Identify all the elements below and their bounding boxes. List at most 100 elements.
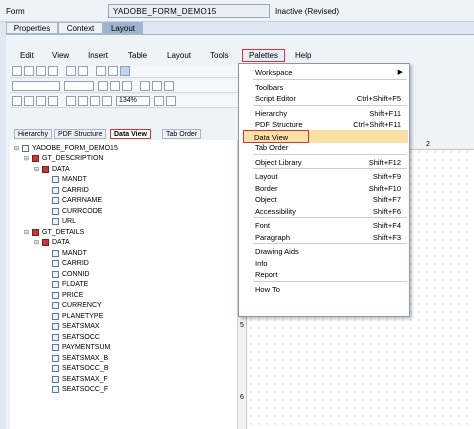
tree-table-node[interactable]: ⊟ DATA — [34, 164, 70, 174]
bold-icon[interactable] — [98, 81, 108, 91]
save-icon[interactable] — [36, 66, 46, 76]
tree-field-node[interactable]: SEATSMAX_F — [44, 374, 108, 384]
print-icon[interactable] — [48, 66, 58, 76]
menu-item-report[interactable]: Report — [239, 268, 409, 281]
menu-item-label: Info — [255, 258, 268, 268]
tree-field-node[interactable]: SEATSOCC_F — [44, 385, 108, 395]
paste-icon[interactable] — [108, 66, 118, 76]
cut-icon[interactable] — [66, 66, 76, 76]
tree-field-node[interactable]: SEATSMAX_B — [44, 353, 108, 363]
tab-context[interactable]: Context — [58, 22, 103, 34]
menu-item-accessibility[interactable]: Accessibility Shift+F6 — [239, 205, 409, 218]
menu-item-label: Accessibility — [255, 206, 296, 216]
tree-table-node[interactable]: ⊟ DATA — [34, 238, 70, 248]
expand-icon[interactable]: ⊟ — [34, 239, 40, 246]
panel-tab-hierarchy[interactable]: Hierarchy — [14, 129, 52, 139]
ruler-h-mark: 2 — [426, 141, 430, 148]
field-icon — [52, 260, 59, 267]
align-left-icon[interactable] — [140, 81, 150, 91]
tree-field-node[interactable]: CARRID — [44, 185, 89, 195]
tree-field-node[interactable]: PAYMENTSUM — [44, 343, 110, 353]
tree-node-label: CARRID — [62, 186, 89, 194]
field-icon — [52, 354, 59, 362]
menu-tools[interactable]: Tools — [210, 51, 229, 60]
tree-node-label: CONNID — [62, 270, 90, 278]
dropdown-icon[interactable] — [78, 96, 88, 106]
font-select[interactable] — [12, 81, 60, 91]
align-right-icon[interactable] — [164, 81, 174, 91]
menu-table[interactable]: Table — [128, 51, 147, 60]
tree-field-node[interactable]: CURRENCY — [44, 301, 102, 311]
tree-node-label: URL — [62, 218, 77, 225]
form-icon[interactable] — [66, 96, 76, 106]
menu-item-tab-order[interactable]: Tab Order — [239, 141, 409, 154]
expand-icon[interactable]: ⊟ — [24, 155, 30, 162]
menu-item-shortcut: Shift+F6 — [372, 206, 401, 216]
open-icon[interactable] — [24, 66, 34, 76]
menu-layout[interactable]: Layout — [167, 51, 191, 60]
tree-field-node[interactable]: CONNID — [44, 269, 90, 279]
tree-field-node[interactable]: CARRNAME — [44, 196, 102, 206]
toolbar-row-1 — [10, 65, 238, 78]
tab-layout[interactable]: Layout — [103, 22, 143, 34]
italic-icon[interactable] — [110, 81, 120, 91]
fit-page-icon[interactable] — [166, 96, 176, 106]
menu-item-label: Report — [255, 270, 278, 279]
align-center-icon[interactable] — [152, 81, 162, 91]
tree-field-node[interactable]: CARRID — [44, 259, 89, 269]
tree-field-node[interactable]: FLDATE — [44, 280, 88, 290]
zoom-out-icon[interactable] — [154, 96, 164, 106]
tree-field-node[interactable]: SEATSOCC — [44, 332, 100, 342]
tree-table-node[interactable]: ⊟ GT_DETAILS — [24, 227, 84, 237]
copy-icon[interactable] — [78, 66, 88, 76]
menu-help[interactable]: Help — [295, 51, 311, 60]
menu-item-label: Script Editor — [255, 94, 296, 103]
panel-tab-data-view[interactable]: Data View — [110, 129, 151, 139]
field-icon — [52, 302, 59, 309]
tree-field-node[interactable]: SEATSOCC_B — [44, 364, 109, 374]
tree-field-node[interactable]: MANDT — [44, 175, 87, 185]
menu-item-how-to[interactable]: How To — [239, 283, 409, 296]
tree-root-node[interactable]: ⊟ YADOBE_FORM_DEMO15 — [14, 143, 118, 153]
form-name-field[interactable]: YADOBE_FORM_DEMO15 — [108, 4, 270, 18]
menu-view[interactable]: View — [52, 51, 69, 60]
size-select[interactable] — [64, 81, 94, 91]
field-icon — [52, 375, 59, 383]
panel-tab-tab-order[interactable]: Tab Order — [162, 129, 202, 139]
menu-palettes[interactable]: Palettes — [242, 49, 285, 62]
zoom-select[interactable]: 134% — [116, 96, 150, 106]
menu-item-workspace[interactable]: Workspace ▶ — [239, 66, 409, 79]
arrange-icon[interactable] — [12, 96, 22, 106]
expand-icon[interactable]: ⊟ — [14, 145, 20, 152]
expand-icon[interactable]: ⊟ — [34, 166, 40, 173]
menu-item-label: Layout — [255, 172, 278, 181]
grid-icon[interactable] — [90, 96, 100, 106]
menu-item-label: Paragraph — [255, 232, 291, 242]
expand-icon[interactable]: ⊟ — [24, 229, 30, 236]
tree-table-node[interactable]: ⊟ GT_DESCRIPTION — [24, 154, 103, 164]
zoom-in-icon[interactable] — [102, 96, 112, 106]
tree-field-node[interactable]: MANDT — [44, 248, 87, 258]
tree-field-node[interactable]: SEATSMAX — [44, 322, 100, 332]
tree-field-node[interactable]: URL — [44, 217, 76, 227]
menu-item-paragraph[interactable]: Paragraph Shift+F3 — [239, 231, 409, 244]
undo-icon[interactable] — [96, 66, 106, 76]
preview-icon[interactable] — [120, 66, 130, 76]
layer-icon[interactable] — [24, 96, 34, 106]
new-icon[interactable] — [12, 66, 22, 76]
menu-item-script-editor[interactable]: Script Editor Ctrl+Shift+F5 — [239, 92, 409, 105]
menu-insert[interactable]: Insert — [88, 51, 108, 60]
underline-icon[interactable] — [122, 81, 132, 91]
menu-item-label: Object — [255, 195, 277, 204]
tree-field-node[interactable]: CURRCODE — [44, 206, 102, 216]
menu-item-shortcut: Ctrl+Shift+F5 — [356, 94, 401, 103]
group-icon[interactable] — [36, 96, 46, 106]
ungroup-icon[interactable] — [48, 96, 58, 106]
menu-edit[interactable]: Edit — [20, 51, 34, 60]
panel-tab-pdf-structure[interactable]: PDF Structure — [54, 129, 107, 139]
tree-field-node[interactable]: PRICE — [44, 290, 83, 300]
tab-properties[interactable]: Properties — [6, 22, 58, 34]
field-icon — [52, 323, 59, 330]
menu-item-object-library[interactable]: Object Library Shift+F12 — [239, 156, 409, 169]
tree-field-node[interactable]: PLANETYPE — [44, 311, 103, 321]
